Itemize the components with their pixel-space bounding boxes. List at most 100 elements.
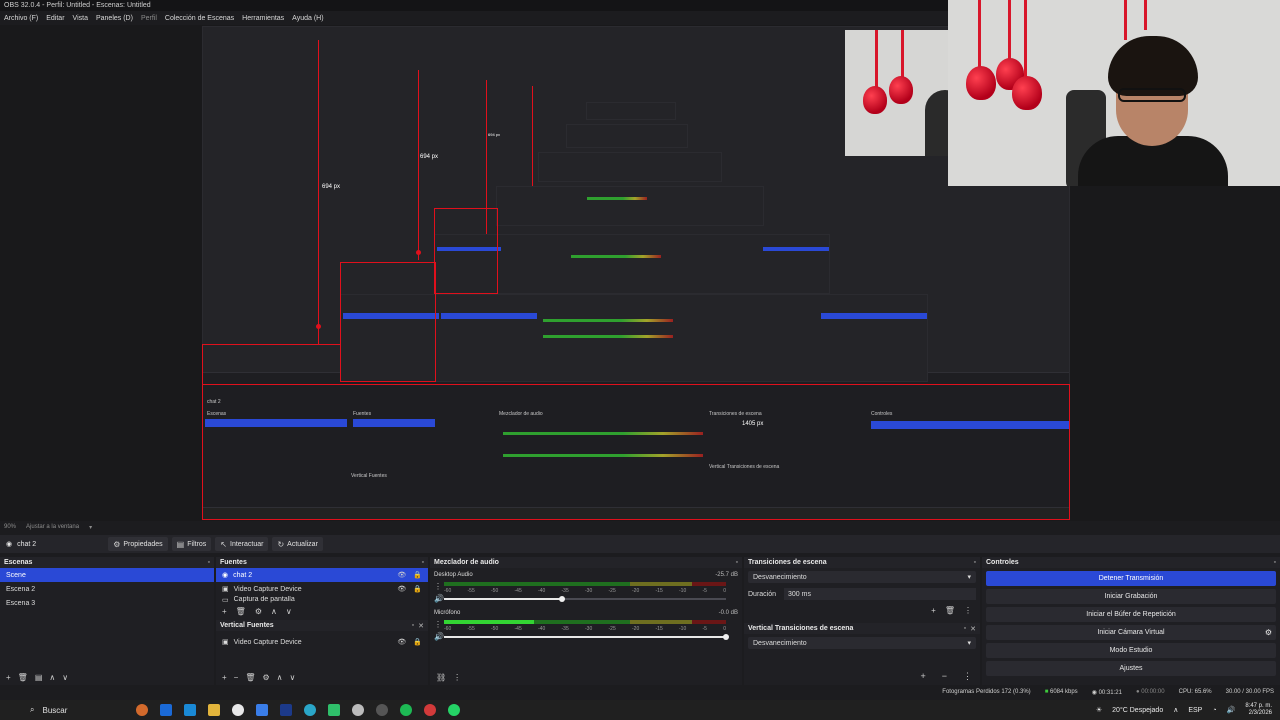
arrow-down-icon[interactable]: ∨ [290,673,296,682]
eye-icon[interactable]: 👁 [397,585,406,593]
remove-icon[interactable]: − [942,671,947,682]
gear-icon[interactable] [352,704,364,716]
undock-icon[interactable]: ▫ [736,559,738,566]
stop-streaming-button[interactable]: Detener Transmisión [986,571,1276,586]
menu-paneles[interactable]: Paneles (D) [96,15,133,22]
menu-vista[interactable]: Vista [73,15,88,22]
close-icon[interactable]: ✕ [418,622,424,630]
app-icon[interactable] [328,704,340,716]
add-icon[interactable]: + [222,673,227,682]
undock-icon[interactable]: ▫ [422,559,424,566]
kebab-icon[interactable]: ⋮ [453,673,461,682]
trash-icon[interactable]: 🗑 [245,673,255,682]
whatsapp-icon[interactable] [448,704,460,716]
trash-icon[interactable]: 🗑 [236,607,246,616]
trash-icon[interactable]: 🗑 [18,673,28,682]
transition-select[interactable]: Desvanecimiento ▾ [748,571,976,583]
kebab-icon[interactable]: ⋮ [434,620,442,629]
remove-icon[interactable]: − [234,673,239,682]
arrow-up-icon[interactable]: ∧ [277,673,283,682]
duration-input[interactable]: 300 ms [784,588,976,600]
arrow-down-icon[interactable]: ∨ [62,673,68,682]
kebab-icon[interactable]: ⋮ [434,582,442,591]
settings-button[interactable]: Ajustes [986,661,1276,676]
clock[interactable]: 8:47 p. m. 2/3/2026 [1245,703,1272,717]
undock-icon[interactable]: ▫ [208,559,210,566]
app-icon[interactable] [256,704,268,716]
arrow-up-icon[interactable]: ∧ [49,673,55,682]
language-indicator[interactable]: ESP [1188,707,1202,714]
studio-mode-button[interactable]: Modo Estudio [986,643,1276,658]
gear-icon[interactable]: ⚙ [255,607,262,616]
weather-text[interactable]: 20°C Despejado [1112,707,1163,714]
taskbar-search[interactable]: ⌕ Buscar [0,705,130,715]
kebab-icon[interactable]: ⋮ [964,606,972,615]
add-icon[interactable]: + [931,606,936,615]
folder-icon[interactable] [208,704,220,716]
undock-icon[interactable]: ▫ [974,559,976,566]
arrow-up-icon[interactable]: ∧ [271,607,277,616]
vertical-source-item[interactable]: ▣ Video Capture Device 👁 🔒 [216,635,428,649]
volume-knob[interactable] [559,596,566,602]
lock-icon[interactable]: 🔒 [413,571,422,579]
virtual-camera-button[interactable]: Iniciar Cámara Virtual ⚙ [986,625,1276,640]
undock-icon[interactable]: ▫ [1274,559,1276,566]
outlook-icon[interactable] [184,704,196,716]
gear-icon[interactable]: ⚙ [1265,628,1272,637]
lock-icon[interactable]: 🔒 [413,638,422,646]
fit-window-option[interactable]: Ajustar a la ventana [26,524,79,530]
source-item[interactable]: ▭ Captura de pantalla [216,596,428,604]
lock-icon[interactable]: 🔒 [413,585,422,593]
scene-item[interactable]: Escena 2 [0,582,214,596]
replay-buffer-button[interactable]: Iniciar el Búfer de Repetición [986,607,1276,622]
interact-button[interactable]: ↖ Interactuar [215,537,269,551]
app-icon[interactable] [136,704,148,716]
source-item[interactable]: ◉ chat 2 👁 🔒 [216,568,428,582]
start-recording-button[interactable]: Iniciar Grabación [986,589,1276,604]
photoshop-icon[interactable] [280,704,292,716]
menu-herramientas[interactable]: Herramientas [242,15,284,22]
arrow-down-icon[interactable]: ∨ [286,607,292,616]
add-icon[interactable]: + [6,673,11,682]
refresh-button[interactable]: ↻ Actualizar [272,537,323,551]
menu-ayuda[interactable]: Ayuda (H) [292,15,323,22]
volume-slider[interactable] [444,634,729,640]
spotify-icon[interactable] [400,704,412,716]
link-icon[interactable]: ⛓ [436,673,446,682]
close-icon[interactable]: ✕ [970,625,976,633]
add-icon[interactable]: + [222,607,227,616]
obs-icon[interactable] [376,704,388,716]
source-item[interactable]: ▣ Video Capture Device 👁 🔒 [216,582,428,596]
vertical-transition-select[interactable]: Desvanecimiento ▾ [748,637,976,649]
undock-icon[interactable]: ▫ [964,625,966,633]
undock-icon[interactable]: ▫ [412,622,414,630]
gear-icon[interactable]: ⚙ [263,673,270,682]
wifi-icon[interactable]: ◔ [1212,707,1216,714]
eye-icon[interactable]: 👁 [397,638,406,646]
scene-item[interactable]: Escena 3 [0,596,214,610]
eye-icon[interactable]: 👁 [397,571,406,579]
volume-slider[interactable] [444,596,726,602]
add-icon[interactable]: + [920,671,925,682]
chevron-up-icon[interactable]: ∧ [1173,706,1178,714]
app-icon[interactable] [160,704,172,716]
volume-icon[interactable]: 🔊 [1227,706,1236,714]
edge-icon[interactable] [304,704,316,716]
volume-knob[interactable] [723,634,729,640]
chrome-icon[interactable] [232,704,244,716]
scene-item[interactable]: Scene [0,568,214,582]
filter-icon[interactable]: ▤ [35,673,43,682]
speaker-icon[interactable]: 🔊 [434,632,444,641]
menu-editar[interactable]: Editar [46,15,64,22]
speaker-icon[interactable]: 🔊 [434,594,444,603]
zoom-level[interactable]: 90% [4,524,16,530]
app-icon[interactable] [424,704,436,716]
chevron-down-icon[interactable]: ▾ [89,524,92,531]
menu-perfil[interactable]: Perfil [141,15,157,22]
menu-archivo[interactable]: Archivo (F) [4,15,38,22]
filters-button[interactable]: ▤ Filtros [171,537,212,551]
trash-icon[interactable]: 🗑 [945,606,955,615]
menu-coleccion-escenas[interactable]: Colección de Escenas [165,15,234,22]
properties-button[interactable]: ⚙ Propiedades [108,537,168,551]
kebab-icon[interactable]: ⋮ [963,671,972,682]
